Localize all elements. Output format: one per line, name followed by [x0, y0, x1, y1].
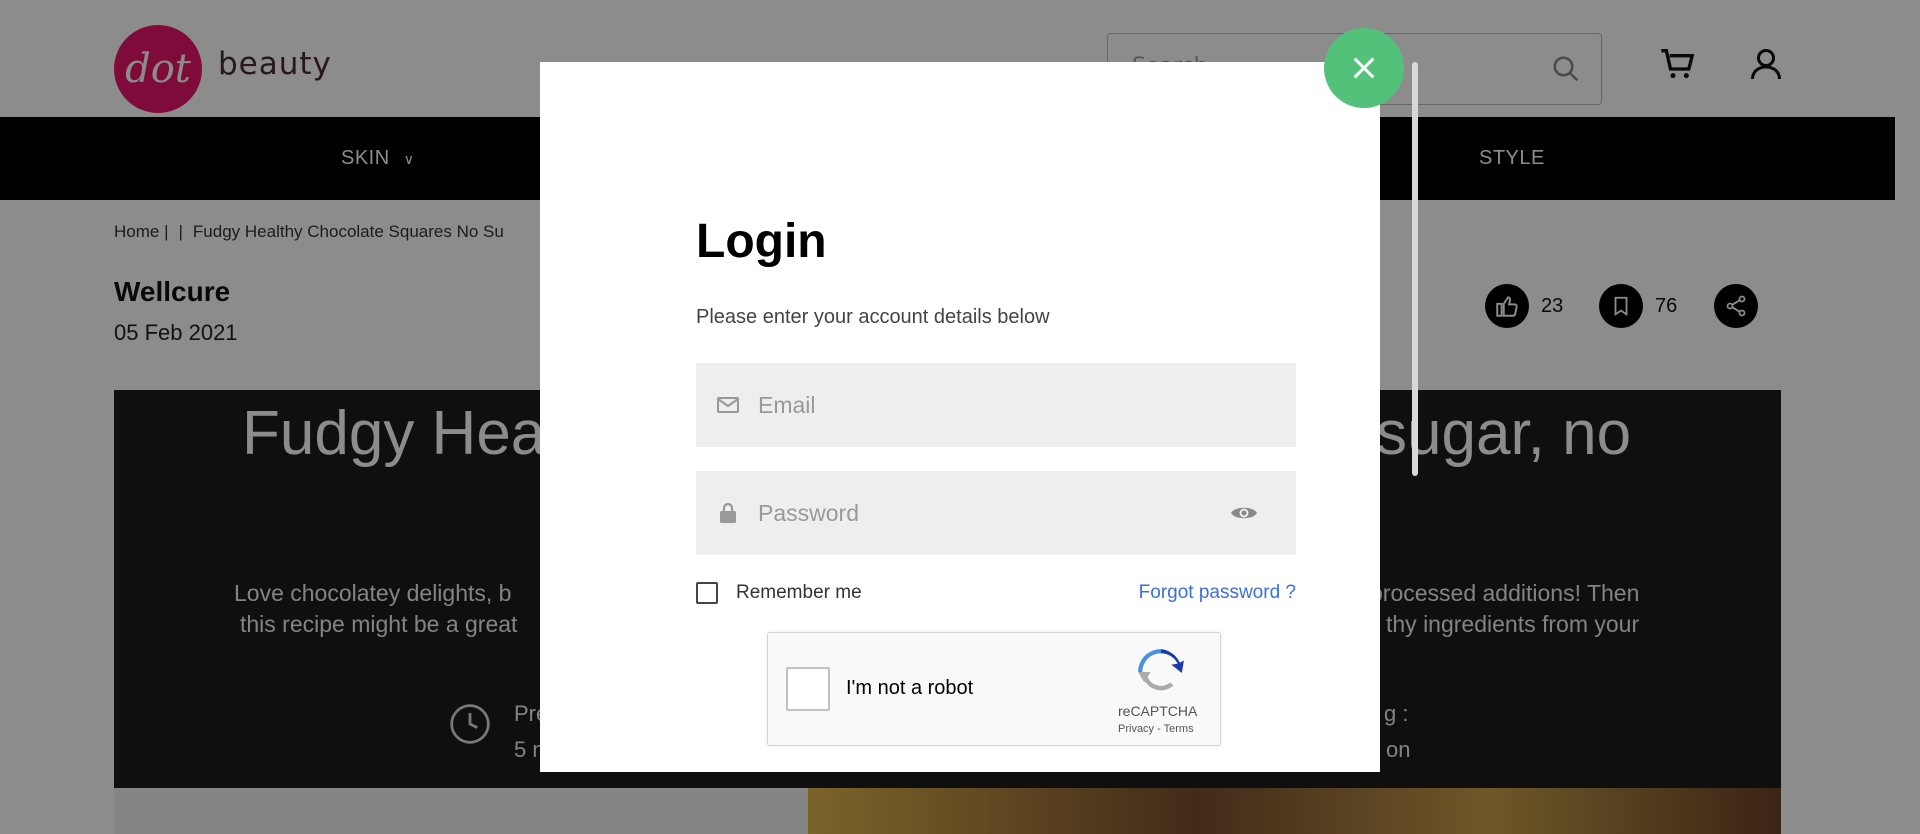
remember-me-checkbox[interactable]	[696, 582, 718, 604]
recaptcha-checkbox[interactable]	[786, 667, 830, 711]
eye-icon[interactable]	[1230, 502, 1258, 524]
close-button[interactable]	[1324, 28, 1404, 108]
forgot-password-link[interactable]: Forgot password ?	[1139, 582, 1296, 604]
login-title: Login	[696, 215, 827, 268]
recaptcha-widget: I'm not a robot reCAPTCHA Privacy - Term…	[767, 632, 1221, 746]
password-input[interactable]	[758, 471, 1228, 555]
lock-icon	[720, 502, 736, 523]
email-field[interactable]	[696, 363, 1296, 447]
recaptcha-brand: reCAPTCHA	[1118, 703, 1198, 719]
recaptcha-link-separator: -	[1157, 723, 1161, 735]
login-subtitle: Please enter your account details below	[696, 306, 1050, 328]
remember-me-label: Remember me	[736, 582, 862, 603]
recaptcha-label: I'm not a robot	[846, 677, 974, 699]
remember-me[interactable]: Remember me	[696, 582, 862, 604]
mail-icon	[717, 397, 739, 413]
recaptcha-terms-link[interactable]: Terms	[1164, 723, 1194, 735]
recaptcha-links: Privacy - Terms	[1118, 723, 1194, 735]
password-field[interactable]	[696, 471, 1296, 555]
recaptcha-logo-icon	[1138, 649, 1184, 691]
recaptcha-privacy-link[interactable]: Privacy	[1118, 723, 1154, 735]
login-modal: Login Please enter your account details …	[540, 62, 1380, 772]
email-input[interactable]	[758, 363, 1228, 447]
close-icon	[1353, 57, 1375, 79]
modal-scrollbar[interactable]	[1412, 62, 1418, 476]
